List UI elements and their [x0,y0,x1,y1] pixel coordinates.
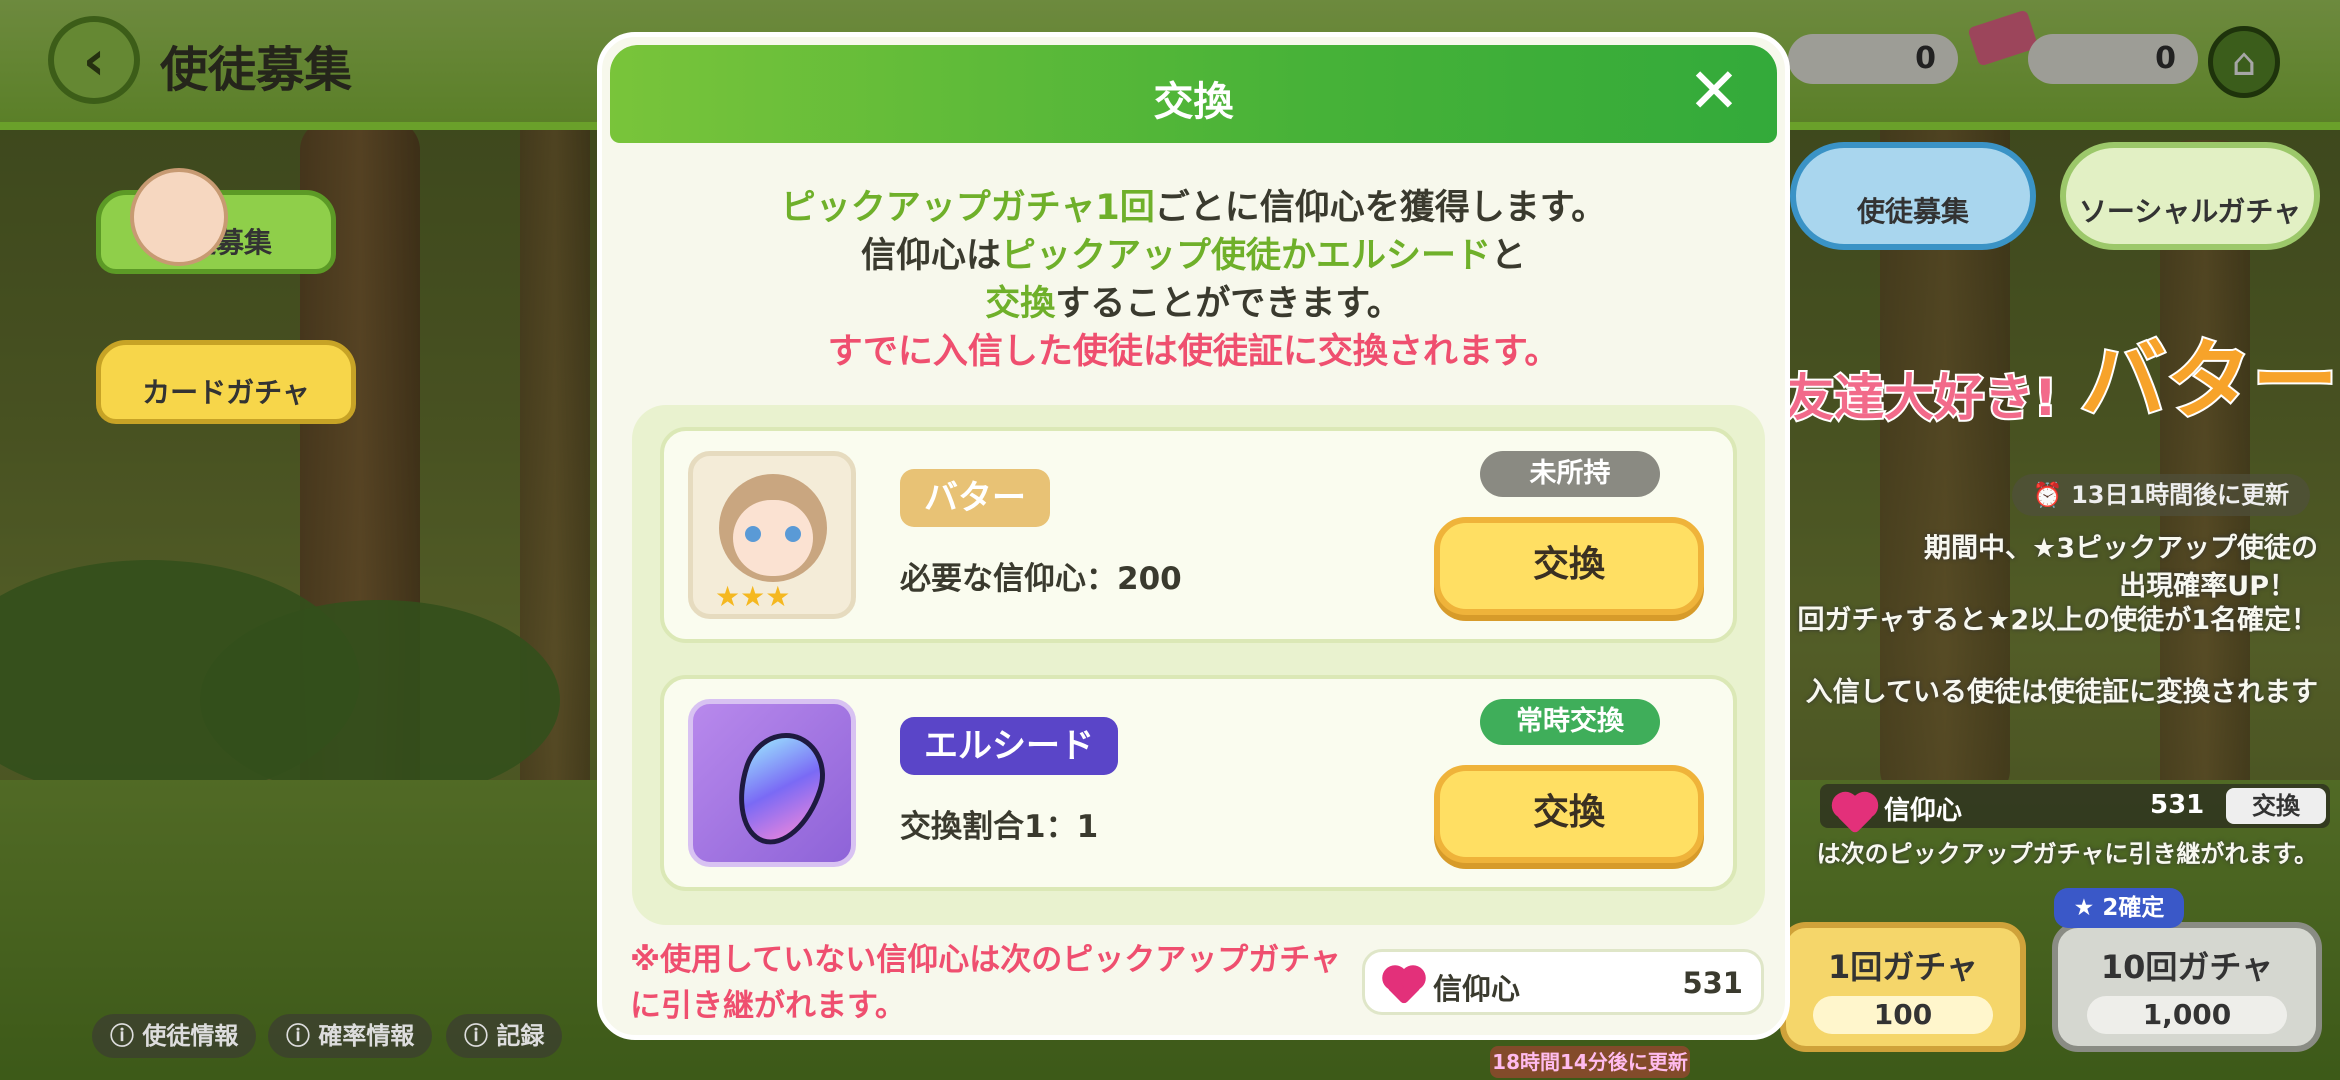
link-rate-info[interactable]: ⓘ 確率情報 [268,1014,433,1058]
faith-bar-value: 531 [2150,790,2205,820]
modal-title: 交換 [1153,79,1234,125]
update-timer: 18時間14分後に更新 [1490,1046,1690,1078]
guarantee-badge-text: 2確定 [2102,895,2165,921]
left-tab-card-gacha-label: カードガチャ [142,376,310,409]
desc-line-3-highlight: 交換 [985,284,1056,324]
faith-bar-label: 信仰心 [1884,796,1963,826]
faith-balance: 信仰心 531 [1362,949,1764,1015]
exchange-button-butter[interactable]: 交換 [1434,517,1704,615]
carry-over-note-line-1: ※使用していない信仰心は次のピックアップガチャ [630,942,1341,978]
banner-line-1: 期間中、★3ピックアップ使徒の [1924,533,2318,564]
modal-header: 交換 ✕ [610,45,1777,143]
carry-over-note-line-2: に引き継がれます。 [630,988,906,1024]
clock-icon: ⏰ [2032,481,2072,509]
banner-line-4: 入信している使徒は使徒証に変換されます [1805,677,2318,708]
exchange-modal: 交換 ✕ ピックアップガチャ1回ごとに信仰心を獲得します。 信仰心はピックアップ… [597,32,1790,1040]
faith-bar: 信仰心 531 交換 [1820,784,2330,835]
desc-line-2: 信仰心はピックアップ使徒かエルシードと [602,227,1785,278]
gacha-multi-button[interactable]: 10回ガチャ 1,000 [2052,922,2322,1052]
left-tab-card-gacha[interactable]: カードガチャ [96,340,356,424]
exchange-item-elseed: エルシード 交換割合1：1 常時交換 交換 [660,675,1737,891]
tab-recruit-right[interactable]: 使徒募集 [1790,142,2036,250]
item-name-badge: バター [900,469,1050,527]
desc-line-1-highlight: ピックアップガチャ1回 [780,188,1155,228]
link-apostle-info[interactable]: ⓘ 使徒情報 [92,1014,257,1058]
close-button[interactable]: ✕ [1681,54,1747,127]
gacha-single-button[interactable]: 1回ガチャ 100 [1780,922,2026,1052]
gacha-single-cost: 100 [1813,996,1993,1034]
carry-over-note: ※使用していない信仰心は次のピックアップガチャ に引き継がれます。 [630,937,1341,1029]
banner-timer: ⏰ 13日1時間後に更新 [2012,474,2310,516]
item-name-badge: エルシード [900,717,1118,775]
item-requirement: 必要な信仰心：200 [900,561,1182,597]
gacha-multi-cost: 1,000 [2087,996,2287,1034]
item-requirement: 交換割合1：1 [900,809,1099,845]
link-rate-info-label: 確率情報 [318,1022,415,1050]
guarantee-badge: ★ 2確定 [2054,888,2184,928]
exchange-panel: ★★★ バター 必要な信仰心：200 未所持 交換 エルシード 交換割合1：1 … [632,405,1765,925]
elseed-gem-icon [688,699,856,867]
link-history-label: 記録 [496,1022,545,1050]
desc-line-1-text: ごとに信仰心を獲得します。 [1154,188,1607,228]
faith-label: 信仰心 [1433,972,1521,1006]
tab-social-gacha[interactable]: ソーシャルガチャ [2060,142,2320,250]
tab-social-gacha-label: ソーシャルガチャ [2078,195,2302,228]
desc-warning: すでに入信した使徒は使徒証に交換されます。 [827,332,1560,372]
gacha-single-label: 1回ガチャ [1828,948,1978,986]
desc-line-3: 交換することができます。 [602,275,1785,326]
status-badge: 常時交換 [1480,699,1660,745]
desc-line-2-text-c: と [1491,236,1527,276]
banner-timer-text: 13日1時間後に更新 [2071,481,2290,509]
recruit-mascot-icon [130,168,228,266]
exchange-button-elseed[interactable]: 交換 [1434,765,1704,863]
desc-line-2-text-a: 信仰心は [860,236,1001,276]
butter-portrait-icon: ★★★ [688,451,856,619]
banner-title: バター [2078,329,2340,433]
heart-icon [1385,968,1423,1006]
faith-bar-exchange-button[interactable]: 交換 [2226,788,2326,824]
star-icon: ★ [2073,895,2103,921]
exchange-item-butter: ★★★ バター 必要な信仰心：200 未所持 交換 [660,427,1737,643]
three-stars-icon: ★★★ [715,580,791,613]
banner-subtitle: 友達大好き! [1782,367,2059,429]
close-icon: ✕ [1688,53,1740,127]
link-history[interactable]: ⓘ 記録 [446,1014,563,1058]
tab-recruit-right-label: 使徒募集 [1856,195,1969,228]
banner-carry-note: は次のピックアップガチャに引き継がれます。 [1816,840,2318,868]
link-apostle-info-label: 使徒情報 [142,1022,239,1050]
status-badge: 未所持 [1480,451,1660,497]
faith-value: 531 [1682,966,1743,1000]
desc-line-3-text: することができます。 [1055,284,1402,324]
desc-line-2-highlight: ピックアップ使徒かエルシード [1000,236,1491,276]
gacha-multi-label: 10回ガチャ [2100,948,2274,986]
banner-line-3: 回ガチャすると★2以上の使徒が1名確定！ [1797,605,2318,636]
desc-line-1: ピックアップガチャ1回ごとに信仰心を獲得します。 [602,179,1785,230]
